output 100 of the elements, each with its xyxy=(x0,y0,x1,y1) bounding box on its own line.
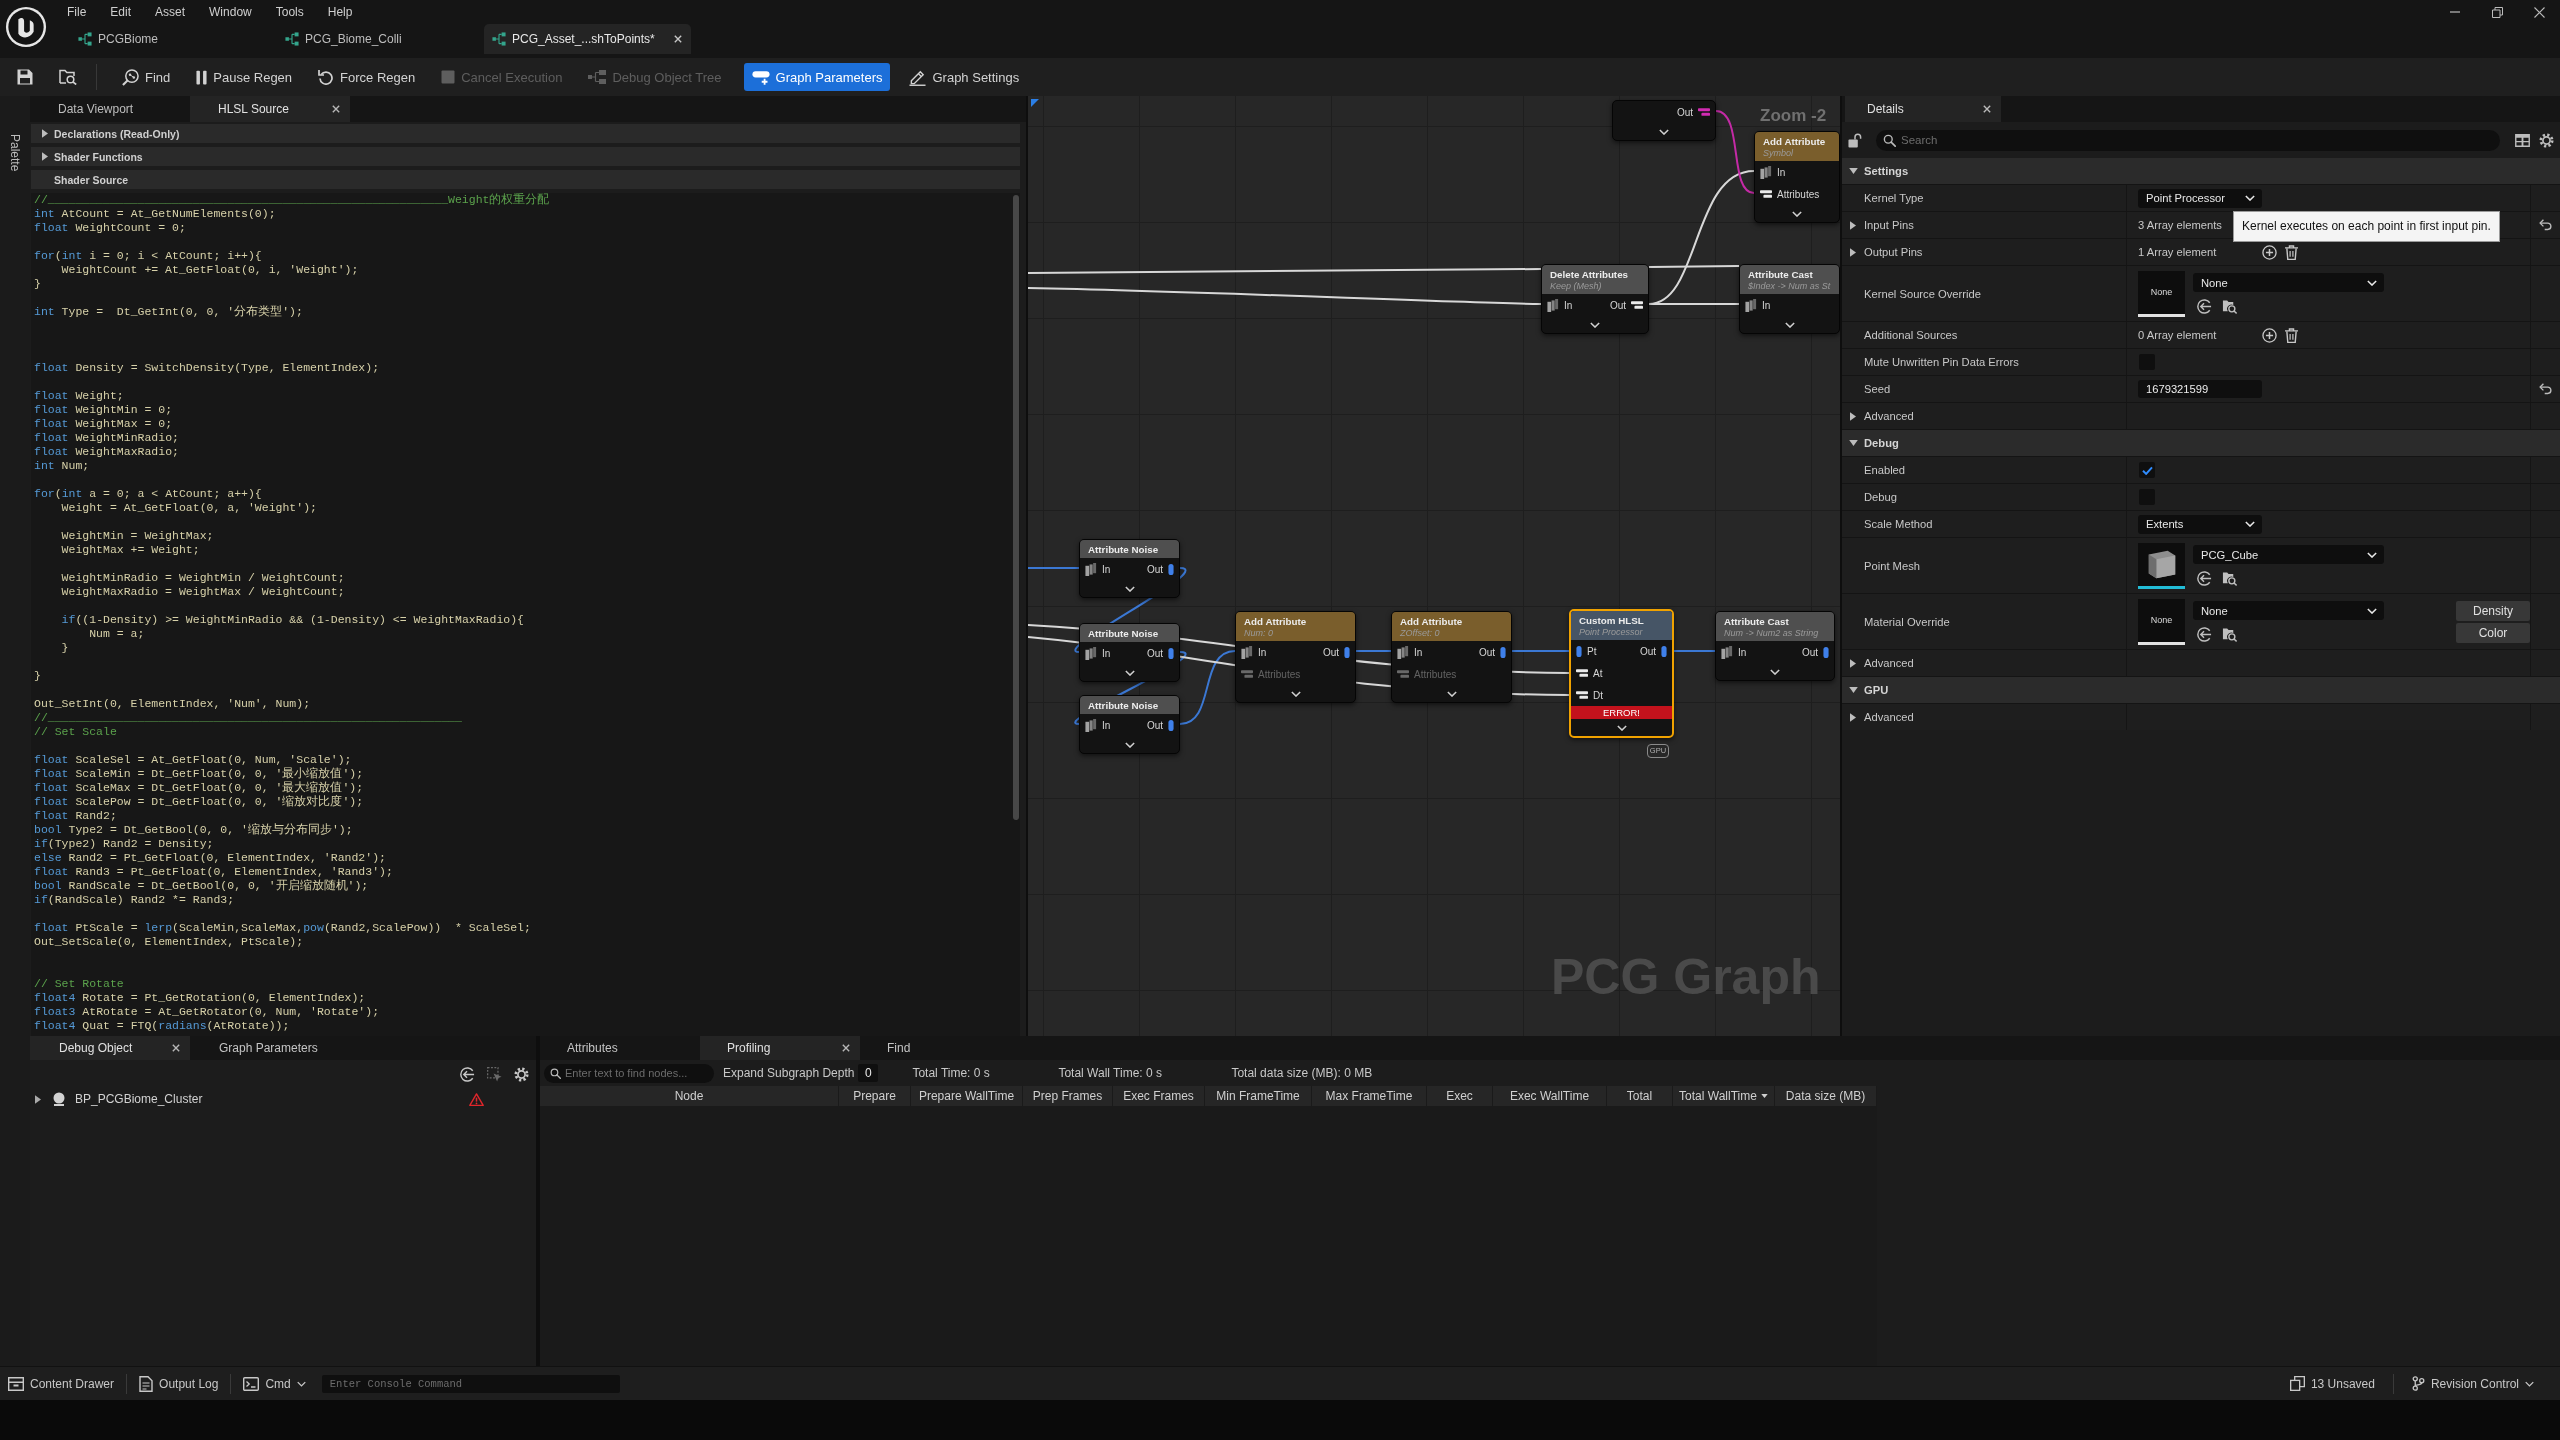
dropdown[interactable]: Extents xyxy=(2138,514,2262,534)
section-header[interactable]: Declarations (Read-Only) xyxy=(31,124,1020,143)
chevron-down-icon[interactable] xyxy=(1659,128,1669,135)
content-drawer-button[interactable]: Content Drawer xyxy=(0,1370,123,1397)
dropdown[interactable]: None xyxy=(2193,273,2384,292)
section-header[interactable]: Settings xyxy=(1842,158,2560,184)
folder-search-icon[interactable] xyxy=(2222,571,2237,586)
close-icon[interactable] xyxy=(172,1044,180,1052)
graph-settings-button[interactable]: Graph Settings xyxy=(901,63,1028,91)
trash-icon[interactable] xyxy=(2285,244,2298,260)
capsule-icon[interactable] xyxy=(1500,645,1506,659)
document-tab[interactable]: PCG_Asset_...shToPoints* xyxy=(484,24,691,54)
menu-item[interactable]: File xyxy=(55,2,99,22)
option-button[interactable]: Color xyxy=(2456,622,2530,643)
table-icon[interactable] xyxy=(2515,133,2530,147)
chevron-down-icon[interactable] xyxy=(1792,210,1802,217)
panel-tab[interactable]: HLSL Source xyxy=(190,96,350,122)
panel-tab[interactable]: Debug Object xyxy=(30,1036,190,1060)
trash-icon[interactable] xyxy=(2285,327,2298,343)
panel-tab[interactable]: Data Viewport xyxy=(30,96,190,122)
column-header[interactable]: Prepare WallTime xyxy=(911,1086,1023,1106)
graph-node[interactable]: Add Attribute Num: 0 In Out Attributes xyxy=(1235,611,1356,703)
section-header[interactable]: Shader Source xyxy=(31,170,1020,189)
stack-icon[interactable] xyxy=(1721,645,1733,659)
close-icon[interactable] xyxy=(674,35,682,43)
graph-node[interactable]: Custom HLSL Point Processor Pt Out At Dt ERROR! xyxy=(1569,609,1674,738)
folder-search-icon[interactable] xyxy=(2222,299,2237,314)
console-field[interactable]: Enter Console Command xyxy=(321,1374,620,1393)
column-header[interactable]: Node xyxy=(540,1086,839,1106)
group-label[interactable]: Advanced xyxy=(1864,410,1914,422)
stack-icon[interactable] xyxy=(1760,165,1772,179)
section-header[interactable]: Shader Functions xyxy=(31,147,1020,166)
stack-icon[interactable] xyxy=(1745,298,1757,312)
arrow-left-circle-icon[interactable] xyxy=(2197,627,2212,642)
panel-tab[interactable]: Attributes xyxy=(540,1036,700,1060)
chevron-down-icon[interactable] xyxy=(1124,669,1135,676)
tree-item-label[interactable]: BP_PCGBiome_Cluster xyxy=(75,1092,203,1106)
graph-parameters-button[interactable]: Graph Parameters xyxy=(743,63,891,91)
graph-node[interactable]: Attribute Noise In Out xyxy=(1079,623,1180,682)
pause-button[interactable]: Pause Regen xyxy=(188,63,301,91)
group-label[interactable]: Advanced xyxy=(1864,657,1914,669)
menu-item[interactable]: Window xyxy=(197,2,264,22)
graph-node[interactable]: Add Attribute Symbol In Attributes xyxy=(1754,131,1840,223)
folder-search-icon[interactable] xyxy=(2222,627,2237,642)
settings-icon[interactable] xyxy=(514,1066,529,1082)
close-icon[interactable] xyxy=(332,105,340,113)
side-tab[interactable]: Palette xyxy=(8,134,22,172)
column-header[interactable]: Total WallTime xyxy=(1673,1086,1775,1106)
search-field[interactable]: Enter text to find nodes... xyxy=(544,1063,714,1083)
column-header[interactable]: Max FrameTime xyxy=(1312,1086,1427,1106)
menu-item[interactable]: Asset xyxy=(143,2,198,22)
output-log-button[interactable]: Output Log xyxy=(131,1370,227,1397)
dropdown[interactable]: PCG_Cube xyxy=(2193,545,2384,564)
settings-icon[interactable] xyxy=(2539,132,2554,148)
menu-item[interactable]: Tools xyxy=(263,2,316,22)
graph-node[interactable]: Attribute Noise In Out xyxy=(1079,695,1180,754)
unsaved-button[interactable]: 13 Unsaved xyxy=(2281,1370,2383,1397)
capsule-icon[interactable] xyxy=(1344,645,1350,659)
document-tab[interactable]: PCGBiome xyxy=(70,24,277,54)
graph-node[interactable]: Attribute Cast Num -> Num2 as String In Out xyxy=(1715,611,1835,681)
chevron-down-icon[interactable] xyxy=(1446,690,1457,697)
column-header[interactable]: Total xyxy=(1607,1086,1673,1106)
chevron-down-icon[interactable] xyxy=(1124,741,1135,748)
force-regen-button[interactable]: Force Regen xyxy=(310,63,424,91)
option-button[interactable]: Density xyxy=(2456,600,2530,621)
capsule-icon[interactable] xyxy=(1168,718,1174,732)
cursor-box-icon[interactable] xyxy=(487,1066,502,1082)
arrow-left-circle-icon[interactable] xyxy=(460,1066,475,1082)
chevron-down-icon[interactable] xyxy=(1124,585,1135,592)
stack-icon[interactable] xyxy=(1397,645,1409,659)
chevron-down-icon[interactable] xyxy=(1590,321,1600,328)
column-header[interactable]: Prep Frames xyxy=(1023,1086,1113,1106)
column-header[interactable]: Exec xyxy=(1427,1086,1493,1106)
column-header[interactable]: Data size (MB) xyxy=(1775,1086,1877,1106)
stack-icon[interactable] xyxy=(1085,646,1097,660)
bars-icon[interactable] xyxy=(1760,190,1772,198)
number-field[interactable]: 1679321599 xyxy=(2138,380,2262,398)
panel-tab[interactable]: Graph Parameters xyxy=(190,1036,350,1060)
chevron-down-icon[interactable] xyxy=(1290,690,1301,697)
chevron-down-icon[interactable] xyxy=(1770,668,1780,675)
checkbox[interactable] xyxy=(2139,462,2155,478)
capsule-icon[interactable] xyxy=(1168,646,1174,660)
add-icon[interactable] xyxy=(2262,327,2277,343)
column-header[interactable]: Exec Frames xyxy=(1113,1086,1205,1106)
column-header[interactable]: Prepare xyxy=(839,1086,911,1106)
lock-icon[interactable] xyxy=(1848,132,1862,148)
stack-icon[interactable] xyxy=(1241,645,1253,659)
caret-right-icon[interactable] xyxy=(1850,220,1856,230)
stack-icon[interactable] xyxy=(1547,298,1559,312)
capsule-icon[interactable] xyxy=(1168,562,1174,576)
reset-arrow-icon[interactable] xyxy=(2538,383,2553,395)
capsule-icon[interactable] xyxy=(1576,644,1582,658)
caret-right-icon[interactable] xyxy=(1850,411,1856,421)
graph-node[interactable]: Out xyxy=(1612,100,1716,141)
chevron-down-icon[interactable] xyxy=(1616,724,1627,731)
document-tab[interactable]: PCG_Biome_Colli xyxy=(277,24,484,54)
command-menu-button[interactable]: Cmd xyxy=(235,1370,314,1397)
caret-right-icon[interactable] xyxy=(1850,712,1856,722)
section-header[interactable]: GPU xyxy=(1842,677,2560,703)
arrow-left-circle-icon[interactable] xyxy=(2197,299,2212,314)
